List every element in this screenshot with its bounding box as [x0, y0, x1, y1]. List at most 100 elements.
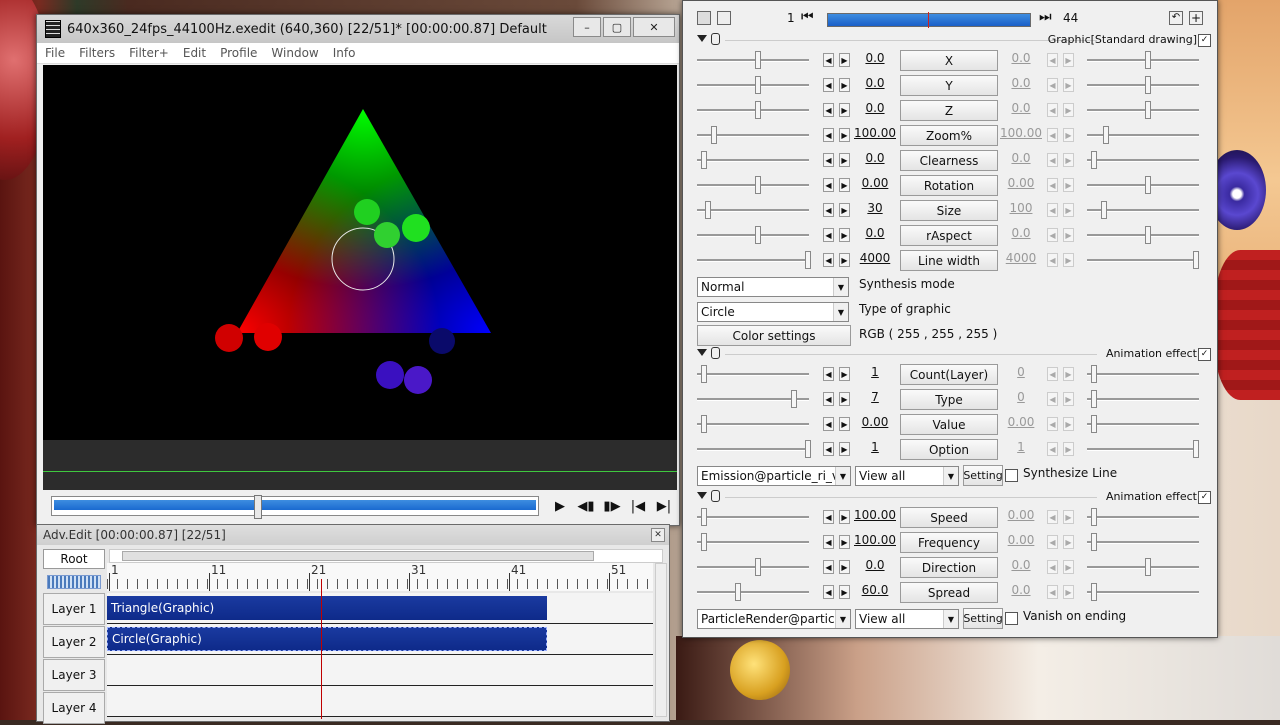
right-increment-button[interactable]: ▶ [1063, 203, 1074, 217]
right-decrement-button[interactable]: ◀ [1047, 128, 1058, 142]
anim2-view-dropdown[interactable]: View all ▼ [855, 609, 959, 629]
left-slider-thumb[interactable] [755, 558, 761, 576]
timeline-hscroll[interactable] [109, 549, 663, 563]
layer-label-4[interactable]: Layer 4 [43, 692, 105, 724]
left-slider-thumb[interactable] [735, 583, 741, 601]
param-name-button[interactable]: X [900, 50, 998, 71]
left-value[interactable]: 60.0 [853, 583, 897, 597]
left-decrement-button[interactable]: ◀ [823, 367, 834, 381]
left-slider-track[interactable] [697, 448, 809, 451]
left-value[interactable]: 100.00 [853, 508, 897, 522]
right-value[interactable]: 0.0 [999, 151, 1043, 165]
right-slider-thumb[interactable] [1091, 365, 1097, 383]
param-name-button[interactable]: rAspect [900, 225, 998, 246]
right-decrement-button[interactable]: ◀ [1047, 442, 1058, 456]
left-increment-button[interactable]: ▶ [839, 253, 850, 267]
param-name-button[interactable]: Rotation [900, 175, 998, 196]
right-decrement-button[interactable]: ◀ [1047, 417, 1058, 431]
left-decrement-button[interactable]: ◀ [823, 178, 834, 192]
layer-label-2[interactable]: Layer 2 [43, 626, 105, 658]
right-increment-button[interactable]: ▶ [1063, 128, 1074, 142]
anim1-view-dropdown[interactable]: View all ▼ [855, 466, 959, 486]
param-name-button[interactable]: Type [900, 389, 998, 410]
left-decrement-button[interactable]: ◀ [823, 153, 834, 167]
right-slider-thumb[interactable] [1145, 76, 1151, 94]
play-icon[interactable]: ▶ [549, 496, 571, 516]
left-increment-button[interactable]: ▶ [839, 103, 850, 117]
left-slider-thumb[interactable] [755, 51, 761, 69]
left-increment-button[interactable]: ▶ [839, 153, 850, 167]
left-slider-track[interactable] [697, 234, 809, 237]
timeline-vscroll[interactable] [655, 563, 667, 717]
right-value[interactable]: 1 [999, 440, 1043, 454]
left-slider-thumb[interactable] [791, 390, 797, 408]
left-slider-track[interactable] [697, 516, 809, 519]
param-name-button[interactable]: Size [900, 200, 998, 221]
last-frame-icon[interactable]: ▶| [653, 496, 675, 516]
left-slider-track[interactable] [697, 373, 809, 376]
grid-icon[interactable] [717, 11, 731, 25]
right-decrement-button[interactable]: ◀ [1047, 53, 1058, 67]
right-value[interactable]: 0.0 [999, 226, 1043, 240]
left-decrement-button[interactable]: ◀ [823, 417, 834, 431]
left-slider-track[interactable] [697, 84, 809, 87]
right-slider-track[interactable] [1087, 59, 1199, 62]
left-decrement-button[interactable]: ◀ [823, 203, 834, 217]
left-decrement-button[interactable]: ◀ [823, 510, 834, 524]
preview-canvas[interactable] [43, 65, 677, 440]
prev-frame-icon[interactable]: ◀▮ [575, 496, 597, 516]
hscroll-thumb[interactable] [122, 551, 594, 561]
right-slider-thumb[interactable] [1145, 226, 1151, 244]
left-decrement-button[interactable]: ◀ [823, 78, 834, 92]
right-decrement-button[interactable]: ◀ [1047, 510, 1058, 524]
left-decrement-button[interactable]: ◀ [823, 392, 834, 406]
right-increment-button[interactable]: ▶ [1063, 442, 1074, 456]
emission-script-dropdown[interactable]: Emission@particle_ri_ve ▼ [697, 466, 851, 486]
vanish-on-ending-checkbox[interactable] [1005, 612, 1018, 625]
layer-label-3[interactable]: Layer 3 [43, 659, 105, 691]
left-increment-button[interactable]: ▶ [839, 535, 850, 549]
left-slider-track[interactable] [697, 184, 809, 187]
right-increment-button[interactable]: ▶ [1063, 392, 1074, 406]
render-script-dropdown[interactable]: ParticleRender@particle ▼ [697, 609, 851, 629]
left-value[interactable]: 4000 [853, 251, 897, 265]
left-decrement-button[interactable]: ◀ [823, 228, 834, 242]
clip-triangle[interactable]: Triangle(Graphic) [107, 596, 547, 620]
right-slider-thumb[interactable] [1091, 415, 1097, 433]
right-slider-thumb[interactable] [1145, 558, 1151, 576]
right-increment-button[interactable]: ▶ [1063, 153, 1074, 167]
left-slider-thumb[interactable] [701, 365, 707, 383]
right-slider-thumb[interactable] [1103, 126, 1109, 144]
left-increment-button[interactable]: ▶ [839, 510, 850, 524]
right-decrement-button[interactable]: ◀ [1047, 203, 1058, 217]
left-slider-thumb[interactable] [805, 440, 811, 458]
anim1-setting-button[interactable]: Setting [963, 465, 1003, 486]
left-slider-thumb[interactable] [755, 176, 761, 194]
right-slider-track[interactable] [1087, 234, 1199, 237]
right-slider-thumb[interactable] [1091, 151, 1097, 169]
left-slider-track[interactable] [697, 59, 809, 62]
right-increment-button[interactable]: ▶ [1063, 560, 1074, 574]
left-increment-button[interactable]: ▶ [839, 128, 850, 142]
right-increment-button[interactable]: ▶ [1063, 585, 1074, 599]
minimize-button[interactable]: – [573, 17, 601, 37]
right-decrement-button[interactable]: ◀ [1047, 78, 1058, 92]
right-slider-track[interactable] [1087, 184, 1199, 187]
right-increment-button[interactable]: ▶ [1063, 78, 1074, 92]
left-slider-track[interactable] [697, 109, 809, 112]
left-value[interactable]: 0.00 [853, 415, 897, 429]
current-frame-cursor[interactable] [321, 579, 322, 719]
left-value[interactable]: 0.0 [853, 101, 897, 115]
right-value[interactable]: 4000 [999, 251, 1043, 265]
menu-profile[interactable]: Profile [220, 46, 257, 60]
right-slider-thumb[interactable] [1193, 440, 1199, 458]
left-increment-button[interactable]: ▶ [839, 53, 850, 67]
left-slider-track[interactable] [697, 423, 809, 426]
chevron-down-icon[interactable]: ▼ [943, 467, 958, 485]
left-increment-button[interactable]: ▶ [839, 560, 850, 574]
left-slider-thumb[interactable] [711, 126, 717, 144]
right-decrement-button[interactable]: ◀ [1047, 367, 1058, 381]
close-button[interactable]: ✕ [633, 17, 675, 37]
right-value[interactable]: 0.0 [999, 558, 1043, 572]
seek-thumb[interactable] [254, 495, 263, 519]
